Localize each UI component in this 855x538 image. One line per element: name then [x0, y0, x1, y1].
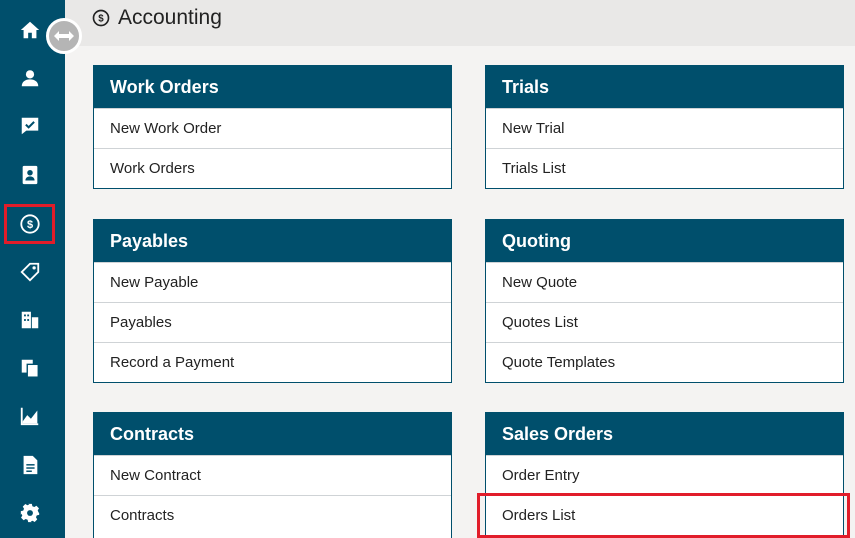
chat-check-icon: [21, 117, 38, 135]
tags-icon: [19, 262, 39, 282]
card-contracts: Contracts New Contract Contracts: [93, 412, 452, 538]
arrows-horizontal-icon: [54, 31, 74, 41]
page-title: Accounting: [118, 6, 222, 29]
card-sales-orders: Sales Orders Order Entry Orders List: [485, 412, 844, 538]
link-new-contract[interactable]: New Contract: [94, 455, 451, 495]
sidebar-item-accounting[interactable]: $: [4, 204, 55, 244]
dollar-circle-icon: $: [19, 214, 40, 234]
link-record-payment[interactable]: Record a Payment: [94, 342, 451, 382]
page-header: $ Accounting: [65, 0, 855, 46]
link-new-trial[interactable]: New Trial: [486, 108, 843, 148]
link-orders-list[interactable]: Orders List: [486, 495, 843, 535]
card-trials: Trials New Trial Trials List: [485, 65, 844, 189]
chart-icon: [20, 407, 38, 426]
link-new-work-order[interactable]: New Work Order: [94, 108, 451, 148]
copy-icon: [21, 359, 39, 378]
sidebar-item-company[interactable]: [4, 300, 55, 340]
address-book-icon: [22, 165, 37, 185]
link-work-orders[interactable]: Work Orders: [94, 148, 451, 188]
sidebar-item-contacts[interactable]: [4, 58, 55, 98]
user-icon: [21, 70, 38, 87]
link-new-payable[interactable]: New Payable: [94, 262, 451, 302]
sidebar-item-reports[interactable]: [4, 396, 55, 436]
sidebar: $: [0, 0, 65, 538]
svg-text:$: $: [98, 14, 104, 25]
card-title: Contracts: [94, 413, 451, 455]
card-payables: Payables New Payable Payables Record a P…: [93, 219, 452, 383]
link-contracts[interactable]: Contracts: [94, 495, 451, 535]
card-title: Payables: [94, 220, 451, 262]
link-new-quote[interactable]: New Quote: [486, 262, 843, 302]
card-work-orders: Work Orders New Work Order Work Orders: [93, 65, 452, 189]
building-icon: [21, 311, 38, 329]
link-payables[interactable]: Payables: [94, 302, 451, 342]
sidebar-item-address-book[interactable]: [4, 155, 55, 195]
svg-text:$: $: [26, 219, 32, 231]
card-title: Work Orders: [94, 66, 451, 108]
sidebar-item-documents[interactable]: [4, 348, 55, 388]
home-icon: [20, 21, 39, 39]
link-quotes-list[interactable]: Quotes List: [486, 302, 843, 342]
dollar-circle-icon: $: [92, 9, 110, 27]
card-quoting: Quoting New Quote Quotes List Quote Temp…: [485, 219, 844, 383]
link-order-entry[interactable]: Order Entry: [486, 455, 843, 495]
card-title: Sales Orders: [486, 413, 843, 455]
sidebar-item-settings[interactable]: [4, 493, 55, 533]
file-icon: [23, 455, 37, 475]
card-title: Trials: [486, 66, 843, 108]
card-title: Quoting: [486, 220, 843, 262]
sidebar-item-files[interactable]: [4, 445, 55, 485]
sidebar-item-tags[interactable]: [4, 252, 55, 292]
link-trials-list[interactable]: Trials List: [486, 148, 843, 188]
sidebar-item-tasks[interactable]: [4, 106, 55, 146]
link-quote-templates[interactable]: Quote Templates: [486, 342, 843, 382]
gear-icon: [20, 503, 39, 523]
sidebar-collapse-toggle[interactable]: [46, 18, 82, 54]
